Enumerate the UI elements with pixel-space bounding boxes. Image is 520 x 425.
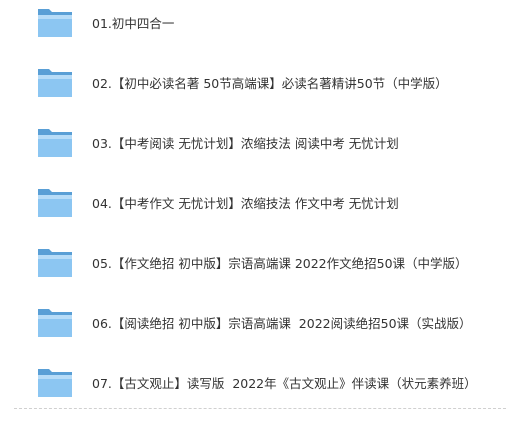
folder-item[interactable]: 01.初中四合一 — [36, 3, 516, 41]
folder-item[interactable]: 02.【初中必读名著 50节高端课】必读名著精讲50节（中学版） — [36, 63, 516, 101]
folder-icon — [36, 245, 74, 279]
folder-icon — [36, 365, 74, 399]
folder-icon — [36, 5, 74, 39]
folder-icon — [36, 125, 74, 159]
folder-icon — [36, 65, 74, 99]
folder-item[interactable]: 07.【古文观止】读写版 2022年《古文观止》伴读课（状元素养班） — [36, 363, 516, 401]
folder-name: 04.【中考作文 无忧计划】浓缩技法 作文中考 无忧计划 — [92, 195, 399, 211]
folder-name: 06.【阅读绝招 初中版】宗语高端课 2022阅读绝招50课（实战版） — [92, 315, 472, 331]
folder-item[interactable]: 06.【阅读绝招 初中版】宗语高端课 2022阅读绝招50课（实战版） — [36, 303, 516, 341]
folder-name: 01.初中四合一 — [92, 15, 175, 31]
folder-name: 07.【古文观止】读写版 2022年《古文观止》伴读课（状元素养班） — [92, 375, 477, 391]
folder-name: 02.【初中必读名著 50节高端课】必读名著精讲50节（中学版） — [92, 75, 448, 91]
folder-icon — [36, 305, 74, 339]
folder-icon — [36, 185, 74, 219]
folder-item[interactable]: 04.【中考作文 无忧计划】浓缩技法 作文中考 无忧计划 — [36, 183, 516, 221]
folder-name: 03.【中考阅读 无忧计划】浓缩技法 阅读中考 无忧计划 — [92, 135, 399, 151]
folder-item[interactable]: 03.【中考阅读 无忧计划】浓缩技法 阅读中考 无忧计划 — [36, 123, 516, 161]
folder-list: 01.初中四合一 02.【初中必读名著 50节高端课】必读名著精讲50节（中学版… — [0, 0, 520, 425]
folder-item[interactable]: 05.【作文绝招 初中版】宗语高端课 2022作文绝招50课（中学版） — [36, 243, 516, 281]
folder-name: 05.【作文绝招 初中版】宗语高端课 2022作文绝招50课（中学版） — [92, 255, 468, 271]
bottom-divider — [14, 408, 506, 409]
